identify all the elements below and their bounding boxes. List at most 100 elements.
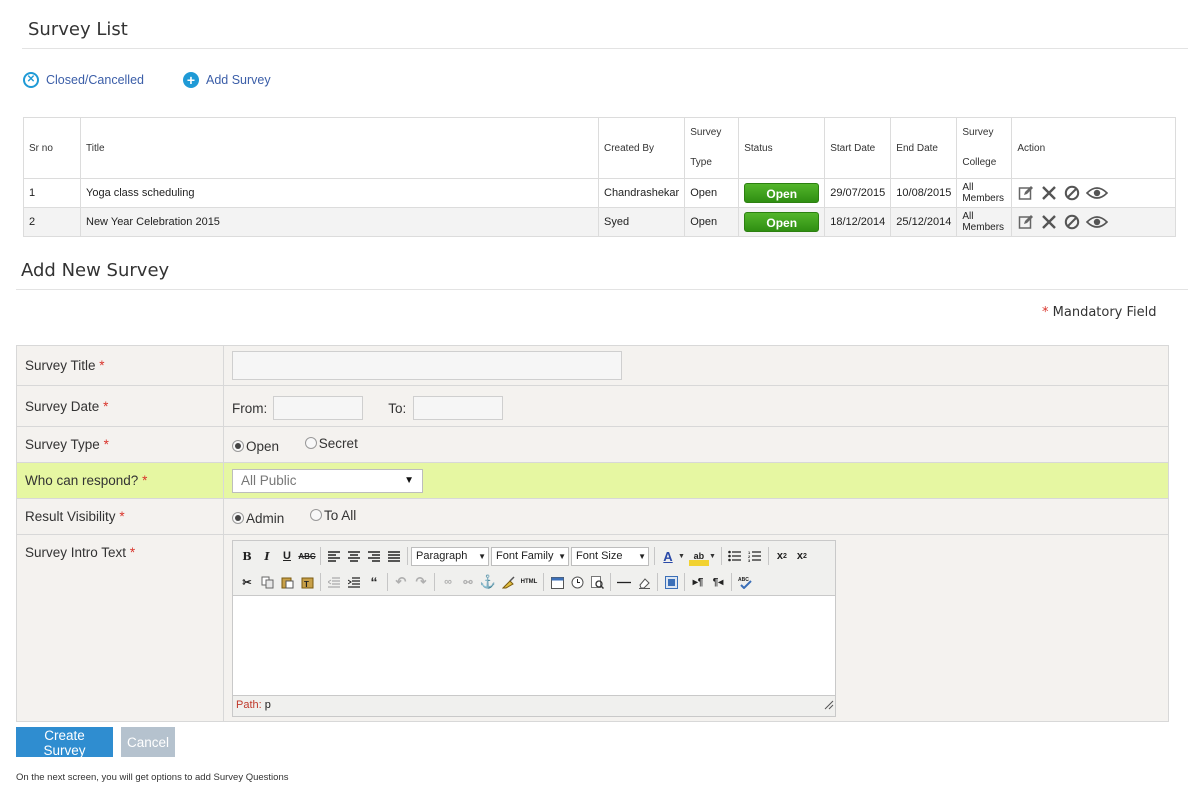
- highlight-color-icon[interactable]: ab: [688, 546, 709, 566]
- result-visibility-label: Result Visibility *: [16, 498, 224, 535]
- paste-icon[interactable]: [277, 572, 297, 592]
- cell-start-date: 29/07/2015: [824, 178, 892, 208]
- font-family-select[interactable]: Font Family ▼: [491, 546, 569, 566]
- indent-icon[interactable]: [344, 572, 364, 592]
- col-created-by: Created By: [597, 117, 686, 179]
- who-can-respond-label-text: Who can respond?: [25, 473, 139, 488]
- spellcheck-icon[interactable]: ABC: [735, 572, 755, 592]
- delete-x-icon[interactable]: [1040, 185, 1057, 202]
- college-line1: All: [962, 211, 974, 222]
- visibility-admin-radio[interactable]: Admin: [232, 511, 284, 526]
- survey-type-cell: Open Secret: [223, 426, 1169, 463]
- bullet-list-icon[interactable]: [725, 546, 745, 566]
- add-survey-label: Add Survey: [206, 73, 271, 87]
- closed-cancelled-link[interactable]: ✕ Closed/Cancelled: [23, 72, 144, 88]
- add-survey-link[interactable]: + Add Survey: [183, 72, 271, 88]
- dropdown-arrow-icon: ▼: [638, 551, 646, 561]
- cell-end-date: 25/12/2014: [890, 207, 958, 237]
- cancel-button[interactable]: Cancel: [121, 727, 175, 757]
- status-open-button[interactable]: Open: [744, 183, 820, 203]
- who-can-respond-cell: All Public ▼: [223, 462, 1169, 499]
- block-icon[interactable]: [1063, 185, 1080, 202]
- preview-icon[interactable]: [587, 572, 607, 592]
- bold-icon[interactable]: B: [237, 546, 257, 566]
- italic-icon[interactable]: I: [257, 546, 277, 566]
- cut-icon[interactable]: ✂: [237, 572, 257, 592]
- editor-content-area[interactable]: [233, 595, 835, 696]
- dropdown-arrow-icon[interactable]: ▼: [709, 553, 716, 560]
- redo-icon[interactable]: ↷: [411, 572, 431, 592]
- type-secret-radio[interactable]: Secret: [304, 436, 358, 451]
- result-visibility-cell: Admin To All: [223, 498, 1169, 535]
- view-eye-icon[interactable]: [1086, 214, 1109, 231]
- col-action: Action: [1011, 117, 1176, 179]
- rtl-icon[interactable]: ¶◂: [708, 572, 728, 592]
- subscript-icon[interactable]: x2: [772, 546, 792, 566]
- numbered-list-icon[interactable]: 123: [745, 546, 765, 566]
- survey-title-input[interactable]: [232, 351, 622, 380]
- blockquote-icon[interactable]: “: [364, 572, 384, 592]
- intro-text-label: Survey Intro Text *: [16, 534, 224, 722]
- align-justify-icon[interactable]: [384, 546, 404, 566]
- edit-icon[interactable]: [1017, 185, 1034, 202]
- create-survey-button[interactable]: Create Survey: [16, 727, 113, 758]
- view-eye-icon[interactable]: [1086, 185, 1109, 202]
- add-survey-title: Add New Survey: [21, 260, 170, 281]
- survey-title-label-text: Survey Title: [25, 358, 96, 373]
- cell-sr: 2: [23, 207, 81, 237]
- closed-cancelled-label: Closed/Cancelled: [46, 73, 144, 87]
- visibility-all-radio[interactable]: To All: [310, 508, 356, 523]
- status-open-button[interactable]: Open: [744, 212, 820, 232]
- align-right-icon[interactable]: [364, 546, 384, 566]
- table-row: 2 New Year Celebration 2015 Syed Open Op…: [23, 207, 1176, 237]
- unlink-icon[interactable]: ⚯: [458, 572, 478, 592]
- cleanup-icon[interactable]: [498, 572, 518, 592]
- align-center-icon[interactable]: [344, 546, 364, 566]
- toolbar-divider: [320, 547, 321, 565]
- from-date-input[interactable]: [273, 396, 364, 420]
- text-color-icon[interactable]: A: [658, 546, 678, 566]
- survey-title-cell: [223, 345, 1169, 386]
- format-select[interactable]: Paragraph ▼: [411, 546, 489, 566]
- cell-status: Open: [738, 178, 826, 208]
- strikethrough-icon[interactable]: ABC: [297, 546, 317, 566]
- dropdown-arrow-icon[interactable]: ▼: [678, 553, 685, 560]
- mandatory-note: * Mandatory Field: [1042, 305, 1157, 320]
- to-date-input[interactable]: [413, 396, 504, 420]
- outdent-icon[interactable]: [324, 572, 344, 592]
- row-survey-date: Survey Date * From: To:: [16, 385, 1169, 427]
- survey-table: Sr no Title Created By Survey Type Statu…: [23, 117, 1176, 237]
- ltr-icon[interactable]: ▸¶: [688, 572, 708, 592]
- dropdown-arrow-icon: ▼: [478, 551, 486, 561]
- who-can-respond-select[interactable]: All Public ▼: [232, 468, 423, 493]
- required-mark: *: [142, 473, 148, 488]
- survey-title-label: Survey Title *: [16, 345, 224, 386]
- table-row: 1 Yoga class scheduling Chandrashekar Op…: [23, 178, 1176, 208]
- html-source-icon[interactable]: HTML: [518, 572, 540, 592]
- font-size-select[interactable]: Font Size ▼: [571, 546, 649, 566]
- edit-icon[interactable]: [1017, 214, 1034, 231]
- block-icon[interactable]: [1063, 214, 1080, 231]
- underline-icon[interactable]: U: [277, 546, 297, 566]
- eraser-icon[interactable]: [634, 572, 654, 592]
- align-left-icon[interactable]: [324, 546, 344, 566]
- radio-unselected-icon: [310, 509, 323, 521]
- insert-time-icon[interactable]: [567, 572, 587, 592]
- insert-date-icon[interactable]: [547, 572, 567, 592]
- title-divider: [22, 48, 1188, 49]
- delete-x-icon[interactable]: [1040, 214, 1057, 231]
- fullscreen-icon[interactable]: [661, 572, 681, 592]
- undo-icon[interactable]: ↶: [391, 572, 411, 592]
- who-can-respond-label: Who can respond? *: [16, 462, 224, 499]
- horizontal-rule-icon[interactable]: [614, 572, 634, 592]
- superscript-icon[interactable]: x2: [792, 546, 812, 566]
- cell-type: Open: [684, 207, 740, 237]
- row-survey-type: Survey Type * Open Secret: [16, 426, 1169, 463]
- link-icon[interactable]: ∞: [438, 572, 458, 592]
- cell-status: Open: [738, 207, 826, 237]
- resize-handle-icon[interactable]: [824, 697, 834, 715]
- type-open-radio[interactable]: Open: [232, 439, 279, 454]
- anchor-icon[interactable]: ⚓: [478, 572, 498, 592]
- paste-text-icon[interactable]: T: [297, 572, 317, 592]
- copy-icon[interactable]: [257, 572, 277, 592]
